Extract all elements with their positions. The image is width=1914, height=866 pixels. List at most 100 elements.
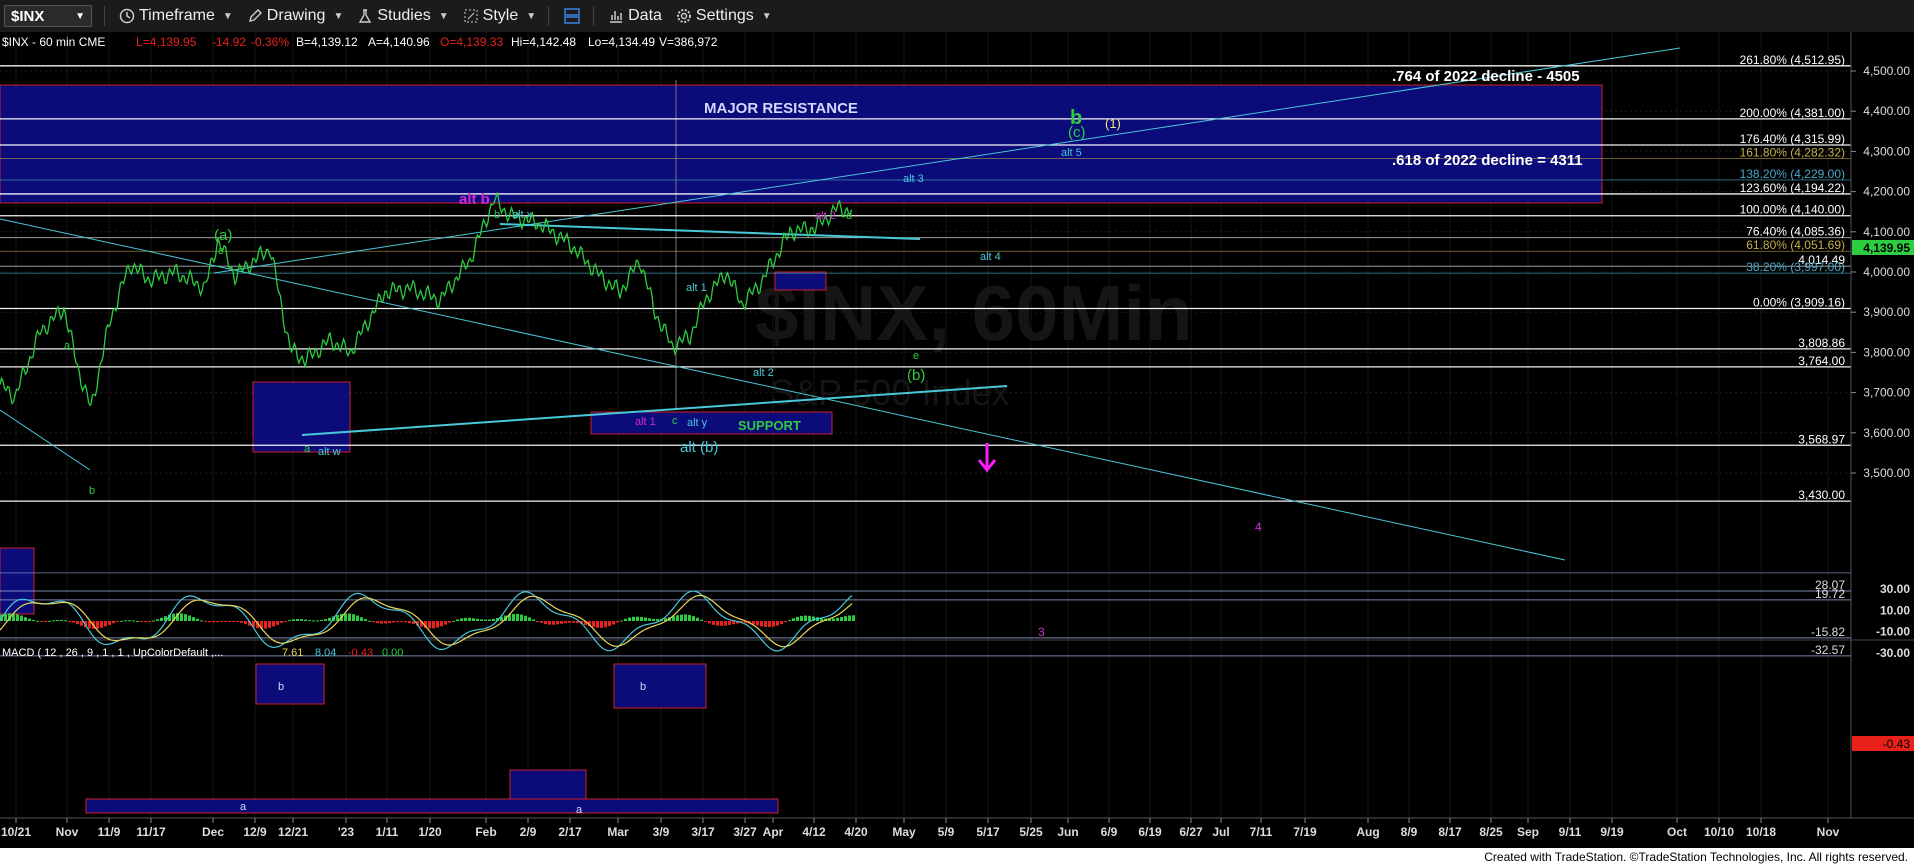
macd-hist-bar bbox=[560, 621, 563, 624]
settings-button[interactable]: Settings ▼ bbox=[676, 7, 772, 25]
timeframe-button[interactable]: Timeframe ▼ bbox=[119, 7, 233, 25]
toolbar: $INX ▼ Timeframe ▼ Drawing ▼ Studies ▼ Styl… bbox=[0, 0, 1914, 33]
macd-hist-bar bbox=[296, 619, 299, 621]
macd-hist-bar bbox=[756, 621, 759, 626]
macd-hist-bar bbox=[728, 621, 731, 625]
macd-hist-bar bbox=[800, 615, 803, 621]
macd-hist-bar bbox=[448, 621, 451, 623]
macd-hist-bar bbox=[852, 615, 855, 621]
macd-hist-bar bbox=[640, 616, 643, 621]
macd-hist-bar bbox=[280, 621, 283, 624]
level-label: 3,808.86 bbox=[1798, 336, 1845, 350]
macd-hist-bar bbox=[524, 615, 527, 621]
data-button[interactable]: Data bbox=[608, 7, 662, 25]
studies-button[interactable]: Studies ▼ bbox=[357, 7, 449, 25]
symbol-text: $INX bbox=[11, 7, 45, 25]
chart-area[interactable]: $INX, 60Min S&P 500 Index .764 of 2022 d… bbox=[0, 32, 1914, 848]
macd-hist-bar bbox=[644, 617, 647, 621]
style-button[interactable]: Style ▼ bbox=[463, 7, 536, 25]
macd-hist-bar bbox=[484, 619, 487, 621]
annotation-a-left: a bbox=[64, 340, 71, 352]
x-tick-label: 5/25 bbox=[1019, 825, 1043, 839]
x-tick-label: 8/9 bbox=[1401, 825, 1418, 839]
macd-hist-bar bbox=[488, 619, 491, 621]
macd-hist-bar bbox=[392, 621, 395, 623]
y-tick-label: 3,700.00 bbox=[1863, 386, 1910, 400]
symbol-selector[interactable]: $INX ▼ bbox=[4, 5, 92, 27]
x-tick-label: 8/17 bbox=[1438, 825, 1462, 839]
x-tick-label: 3/17 bbox=[691, 825, 715, 839]
macd-hist-bar bbox=[276, 621, 279, 625]
x-tick-label: 11/9 bbox=[98, 825, 121, 839]
chevron-down-icon: ▼ bbox=[333, 10, 344, 22]
x-tick-label: 6/9 bbox=[1101, 825, 1118, 839]
gear-icon bbox=[676, 9, 691, 23]
macd-hist-bar bbox=[228, 621, 231, 622]
macd-hist-bar bbox=[692, 616, 695, 621]
drawing-button[interactable]: Drawing ▼ bbox=[247, 7, 344, 25]
macd-hist-bar bbox=[688, 614, 691, 621]
macd-hist-bar bbox=[360, 617, 363, 621]
y-tick-label: 4,100.00 bbox=[1863, 225, 1910, 239]
macd-hist-bar bbox=[384, 621, 387, 624]
macd-hist-bar bbox=[320, 619, 323, 621]
x-tick-label: 7/11 bbox=[1250, 825, 1273, 839]
macd-hist-bar bbox=[400, 621, 403, 622]
x-tick-label: Dec bbox=[202, 825, 224, 839]
y-tick-label: 3,600.00 bbox=[1863, 426, 1910, 440]
annotation-618: .618 of 2022 decline = 4311 bbox=[1392, 152, 1583, 169]
pencil-icon bbox=[248, 9, 262, 22]
macd-hist-bar bbox=[444, 621, 447, 625]
macd-hist-bar bbox=[684, 614, 687, 621]
macd-hist-bar bbox=[720, 621, 723, 626]
macd-hist-bar bbox=[472, 618, 475, 621]
footer: Created with TradeStation. ©TradeStation… bbox=[0, 848, 1914, 866]
macd-hist-bar bbox=[100, 621, 103, 628]
macd-level-label: -32.57 bbox=[1811, 643, 1845, 657]
april-box bbox=[774, 271, 827, 291]
macd-box-a2 bbox=[85, 798, 779, 814]
y-tick-label: 3,900.00 bbox=[1863, 305, 1910, 319]
macd-hist-bar bbox=[592, 621, 595, 628]
annotation-3: 3 bbox=[1038, 625, 1045, 639]
macd-hist-bar bbox=[520, 614, 523, 621]
annotation-c-mar: c bbox=[672, 415, 678, 427]
macd-level-label: 19.72 bbox=[1815, 587, 1845, 601]
macd-box-b1 bbox=[255, 663, 325, 705]
macd-hist-bar bbox=[716, 621, 719, 626]
x-tick-label: 5/17 bbox=[976, 825, 1000, 839]
level-label: 3,430.00 bbox=[1798, 488, 1845, 502]
change-pct: -0.36% bbox=[251, 35, 289, 49]
annotation-e: e bbox=[913, 350, 919, 362]
x-tick-label: Nov bbox=[56, 825, 79, 839]
last-price-label: 4,139.95 bbox=[1863, 241, 1910, 255]
layout-button[interactable] bbox=[563, 7, 581, 25]
y-tick-label: 4,300.00 bbox=[1863, 144, 1910, 158]
macd-hist-bar bbox=[492, 618, 495, 621]
macd-hist-bar bbox=[564, 621, 567, 624]
macd-hist-bar bbox=[72, 621, 75, 623]
macd-hist-bar bbox=[516, 613, 519, 621]
macd-hist-bar bbox=[240, 621, 243, 623]
macd-hist-bar bbox=[324, 619, 327, 621]
macd-hist-bar bbox=[68, 621, 71, 622]
macd-hist-bar bbox=[136, 620, 139, 622]
macd-hist-bar bbox=[160, 617, 163, 621]
macd-hist-bar bbox=[104, 621, 107, 627]
annotation-d: d bbox=[846, 210, 852, 222]
macd-hist-bar bbox=[536, 621, 539, 622]
macd-hist-bar bbox=[772, 621, 775, 627]
macd-hist-bar bbox=[304, 619, 307, 621]
macd-hist-bar bbox=[848, 615, 851, 621]
annotation-support: SUPPORT bbox=[738, 418, 801, 433]
annotation-alt-b-paren: alt (b) bbox=[680, 439, 718, 456]
level-label: 61.80% (4,051.69) bbox=[1746, 238, 1845, 252]
style-label: Style bbox=[482, 7, 519, 24]
price-axis-bg bbox=[1852, 32, 1914, 638]
macd-hist-bar bbox=[548, 621, 551, 625]
macd-box-b2 bbox=[613, 663, 707, 709]
annotation-alt-1-upper: alt 1 bbox=[686, 282, 707, 294]
high: Hi=4,142.48 bbox=[511, 35, 576, 49]
macd-hist-bar bbox=[128, 620, 131, 622]
y-tick-label: 3,500.00 bbox=[1863, 466, 1910, 480]
